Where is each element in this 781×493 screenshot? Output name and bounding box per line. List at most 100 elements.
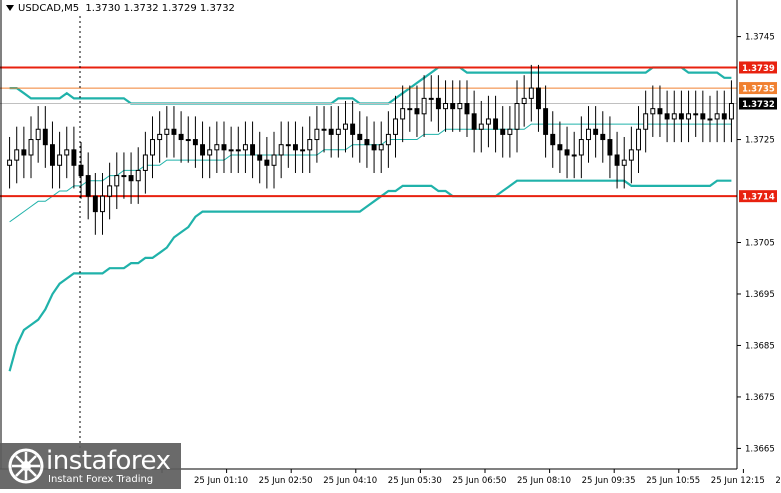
candle-body [478, 123, 484, 130]
candle-body [507, 128, 513, 135]
y-tick-label: 1.3665 [745, 444, 775, 454]
price-tag-support: 1.3714 [742, 193, 775, 203]
plot-background [0, 0, 781, 489]
candle-body [64, 149, 70, 156]
candle-body [493, 118, 499, 130]
candle-body [664, 113, 670, 120]
x-tick-label: 25 Jun 02:50 [259, 476, 313, 486]
candle-body [428, 97, 434, 100]
candle-body [678, 113, 684, 120]
candle-body [443, 103, 449, 110]
candle-body [71, 149, 77, 166]
symbol-header: USDCAD,M5 1.3730 1.3732 1.3729 1.3732 [6, 3, 235, 14]
candle-body [321, 128, 327, 131]
candle-body [200, 144, 206, 156]
candle-body [185, 139, 191, 142]
chart: 1.3745 1.3725 1.3705 1.3695 1.3685 1.3675 1.36… [0, 0, 781, 489]
candle-body [700, 113, 706, 120]
candle-body [114, 175, 120, 187]
candle-body [214, 144, 220, 151]
candle-body [707, 118, 713, 121]
candle-body [686, 113, 692, 120]
candle-body [550, 133, 556, 146]
candle-body [264, 159, 270, 166]
candle-body [714, 113, 720, 120]
candle-body [92, 195, 98, 213]
candle-body [357, 133, 363, 141]
candle-body [343, 123, 348, 130]
candle-body [564, 149, 570, 156]
candle-body [471, 113, 477, 130]
candle-body [14, 149, 20, 161]
candle-body [221, 144, 227, 151]
candle-body [278, 144, 284, 156]
candle-body [100, 195, 105, 213]
candle-body [292, 144, 298, 151]
candle-body [636, 128, 641, 151]
x-tick-label: 25 Jun 04:10 [323, 476, 377, 486]
y-tick-label: 1.3675 [745, 393, 775, 403]
candle-body [49, 144, 55, 166]
y-tick-label: 1.3685 [745, 341, 775, 351]
candle-body [371, 144, 377, 151]
y-tick-label: 1.3695 [745, 290, 775, 300]
y-tick-label: 1.3745 [745, 33, 775, 43]
candle-body [543, 108, 549, 135]
candle-body [621, 159, 627, 166]
candle-body [457, 103, 463, 110]
candle-body [485, 118, 491, 125]
x-tick-label: 25 Jun 08:10 [517, 476, 571, 486]
candle-body [721, 113, 727, 120]
candle-body [414, 108, 420, 115]
candle-body [535, 87, 541, 110]
candle-body [228, 149, 234, 152]
candle-body [628, 149, 634, 161]
candle-body [435, 97, 441, 110]
candle-body [85, 175, 91, 197]
candle-body [571, 154, 577, 157]
candle-body [150, 139, 155, 156]
candle-body [671, 113, 677, 120]
x-tick-label: 25 Jun 09:35 [582, 476, 636, 486]
candle-body [242, 144, 248, 151]
candle-body [171, 128, 177, 135]
broker-watermark: instaforex Instant Forex Trading [0, 443, 181, 489]
candle-body [257, 154, 263, 161]
candle-body [578, 139, 584, 156]
price-tag-current: 1.3732 [742, 100, 775, 110]
candle-body [207, 149, 213, 156]
candle-body [728, 103, 734, 120]
watermark-tagline: Instant Forex Trading [48, 474, 154, 485]
candle-body [693, 113, 699, 116]
candle-body [593, 128, 599, 135]
candle-body [142, 154, 148, 171]
ohlc-readout: 1.3730 1.3732 1.3729 1.3732 [85, 3, 235, 14]
candle-body [285, 144, 291, 147]
x-tick-label: 25 Jun 10:55 [646, 476, 700, 486]
y-tick-label: 1.3725 [745, 136, 775, 146]
price-tag-resistance: 1.3739 [742, 64, 775, 74]
candle-body [121, 175, 127, 178]
candle-body [157, 133, 163, 141]
candle-body [128, 175, 134, 182]
candle-body [650, 108, 656, 115]
candle-body [164, 128, 170, 135]
candle-body [250, 144, 256, 156]
candle-body [421, 97, 427, 115]
candle-body [521, 97, 527, 105]
candle-body [393, 118, 398, 135]
x-tick-label: 25 Jun 01:10 [194, 476, 248, 486]
candle-body [35, 128, 41, 141]
candle-body [657, 108, 663, 115]
candle-body [314, 128, 320, 141]
candle-body [607, 139, 613, 156]
candle-body [643, 113, 649, 130]
candle-body [271, 154, 277, 166]
y-tick-label: 1.3705 [745, 239, 775, 249]
dropdown-arrow-icon[interactable] [6, 5, 14, 11]
price-tag-reference: 1.3735 [742, 85, 775, 95]
candle-body [514, 103, 520, 130]
candle-body [400, 108, 406, 120]
candle-body [378, 144, 384, 151]
candle-body [307, 139, 313, 151]
